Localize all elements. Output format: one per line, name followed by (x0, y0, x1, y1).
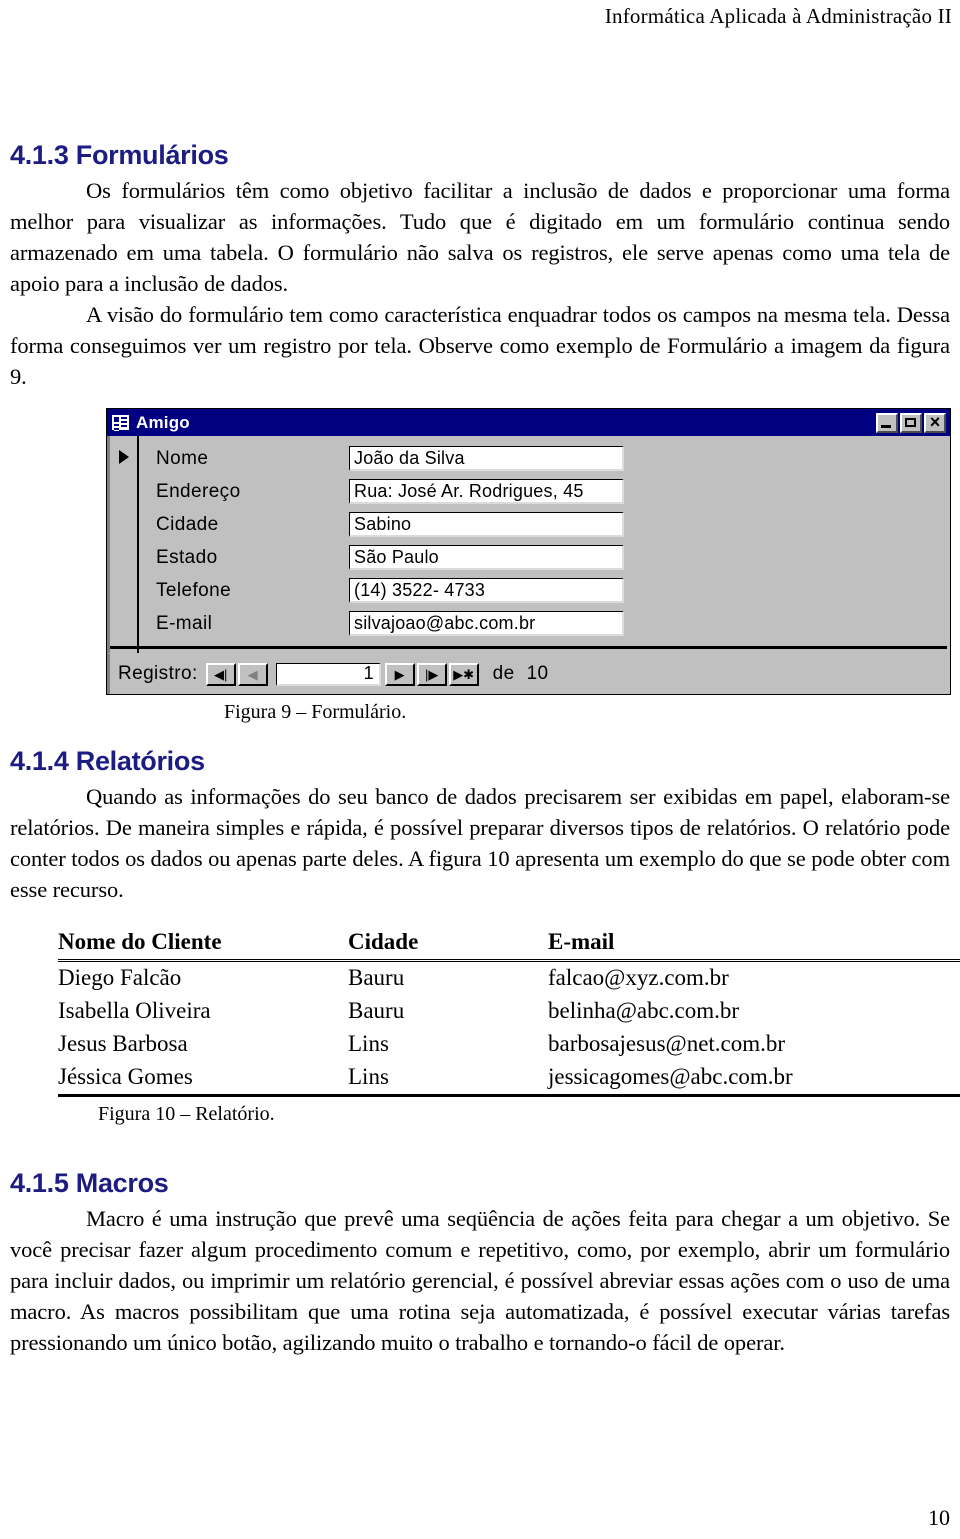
section-heading-macros: 4.1.5 Macros (10, 1168, 169, 1198)
cell-email: barbosajesus@net.com.br (548, 1031, 786, 1056)
field-input-endereco[interactable]: Rua: José Ar. Rodrigues, 45 (349, 479, 624, 504)
column-header-cidade: Cidade (348, 927, 548, 962)
field-input-email[interactable]: silvajoao@abc.com.br (349, 611, 624, 636)
section-heading-formularios: 4.1.3 Formulários (10, 140, 229, 170)
column-header-email: E-mail (548, 927, 960, 962)
table-row: Diego Falcão Bauru falcao@xyz.com.br (58, 961, 960, 996)
table-row: Jesus Barbosa Lins barbosajesus@net.com.… (58, 1028, 960, 1061)
last-record-button[interactable]: |▶ (416, 662, 447, 686)
form-field-estado: Estado São Paulo (156, 541, 950, 574)
cell-cidade: Lins (348, 1031, 389, 1056)
record-navigation-bar: Registro: ◀| ◀ 1 ▶ |▶ ▶✱ de 10 (107, 653, 950, 694)
field-input-nome[interactable]: João da Silva (349, 446, 624, 471)
table-header-row: Nome do Cliente Cidade E-mail (58, 927, 960, 962)
form-title-bar: Amigo (107, 409, 950, 436)
field-input-estado[interactable]: São Paulo (349, 545, 624, 570)
first-record-button[interactable]: ◀| (205, 662, 236, 686)
form-field-endereco: Endereço Rua: José Ar. Rodrigues, 45 (156, 475, 950, 508)
close-icon[interactable] (924, 412, 946, 433)
maximize-icon[interactable] (900, 412, 922, 433)
table-row: Isabella Oliveira Bauru belinha@abc.com.… (58, 995, 960, 1028)
field-label-endereco: Endereço (156, 480, 241, 502)
field-label-telefone: Telefone (156, 579, 232, 601)
next-record-icon: ▶ (394, 666, 405, 682)
column-header-nome-do-cliente: Nome do Cliente (58, 927, 348, 962)
record-selector-arrow-icon (119, 450, 129, 464)
page-number: 10 (928, 1505, 950, 1530)
running-header: Informática Aplicada à Administração II (0, 4, 960, 29)
record-count-of-label: de (492, 663, 515, 684)
first-record-icon: ◀| (213, 666, 228, 682)
cell-email: falcao@xyz.com.br (548, 965, 729, 990)
cell-nome: Diego Falcão (58, 965, 182, 990)
field-input-telefone[interactable]: (14) 3522- 4733 (349, 578, 624, 603)
cell-nome: Jéssica Gomes (58, 1061, 348, 1097)
record-selector[interactable] (110, 436, 139, 653)
form-field-cidade: Cidade Sabino (156, 508, 950, 541)
form-section-divider (110, 646, 947, 649)
new-record-button[interactable]: ▶✱ (448, 662, 479, 686)
field-label-email: E-mail (156, 612, 213, 634)
figure-10-caption: Figura 10 – Relatório. (98, 1103, 275, 1125)
cell-cidade: Lins (348, 1061, 548, 1097)
cell-cidade: Bauru (348, 998, 405, 1023)
table-row: Jéssica Gomes Lins jessicagomes@abc.com.… (58, 1061, 960, 1097)
paragraph-formularios-2: A visão do formulário tem como caracterí… (10, 302, 950, 389)
section-heading-relatorios: 4.1.4 Relatórios (10, 746, 205, 776)
report-table-body: Diego Falcão Bauru falcao@xyz.com.br Isa… (58, 961, 960, 1097)
form-field-telefone: Telefone (14) 3522- 4733 (156, 574, 950, 607)
last-record-icon: |▶ (424, 666, 439, 682)
cell-nome: Jesus Barbosa (58, 1031, 188, 1056)
form-field-nome: Nome João da Silva (156, 442, 950, 475)
running-header-title: Informática Aplicada à Administração II (604, 4, 952, 28)
minimize-icon[interactable] (876, 412, 898, 433)
cell-cidade: Bauru (348, 965, 405, 990)
cell-nome: Isabella Oliveira (58, 998, 211, 1023)
cell-email: jessicagomes@abc.com.br (548, 1061, 960, 1097)
paragraph-relatorios-1: Quando as informações do seu banco de da… (10, 784, 950, 902)
figure-10-report: Nome do Cliente Cidade E-mail Diego Falc… (58, 927, 960, 1126)
paragraph-formularios-1: Os formulários têm como objetivo facilit… (10, 178, 950, 296)
previous-record-button[interactable]: ◀ (237, 662, 268, 686)
next-record-button[interactable]: ▶ (384, 662, 415, 686)
record-count-total: 10 (526, 663, 549, 684)
access-form-window: Amigo Nome João da Silva Endereço (106, 408, 951, 695)
field-label-cidade: Cidade (156, 513, 219, 535)
field-label-nome: Nome (156, 447, 209, 469)
document-content: 4.1.3 Formulários Os formulários têm com… (10, 140, 960, 1358)
field-input-cidade[interactable]: Sabino (349, 512, 624, 537)
record-nav-label: Registro: (118, 663, 198, 684)
figure-9-form: Amigo Nome João da Silva Endereço (106, 408, 951, 724)
access-form-icon (112, 415, 129, 431)
cell-email: belinha@abc.com.br (548, 998, 740, 1023)
figure-9-caption: Figura 9 – Formulário. (224, 701, 407, 723)
form-field-email: E-mail silvajoao@abc.com.br (156, 607, 950, 640)
form-detail-section: Nome João da Silva Endereço Rua: José Ar… (107, 436, 950, 653)
report-table-head: Nome do Cliente Cidade E-mail (58, 927, 960, 962)
previous-record-icon: ◀ (247, 666, 258, 682)
form-window-title: Amigo (136, 412, 190, 432)
paragraph-macros-1: Macro é uma instrução que prevê uma seqü… (10, 1206, 950, 1355)
report-table: Nome do Cliente Cidade E-mail Diego Falc… (58, 927, 960, 1097)
new-record-icon: ▶✱ (453, 666, 475, 682)
window-controls (876, 412, 946, 433)
field-label-estado: Estado (156, 546, 218, 568)
current-record-input[interactable]: 1 (275, 662, 381, 686)
